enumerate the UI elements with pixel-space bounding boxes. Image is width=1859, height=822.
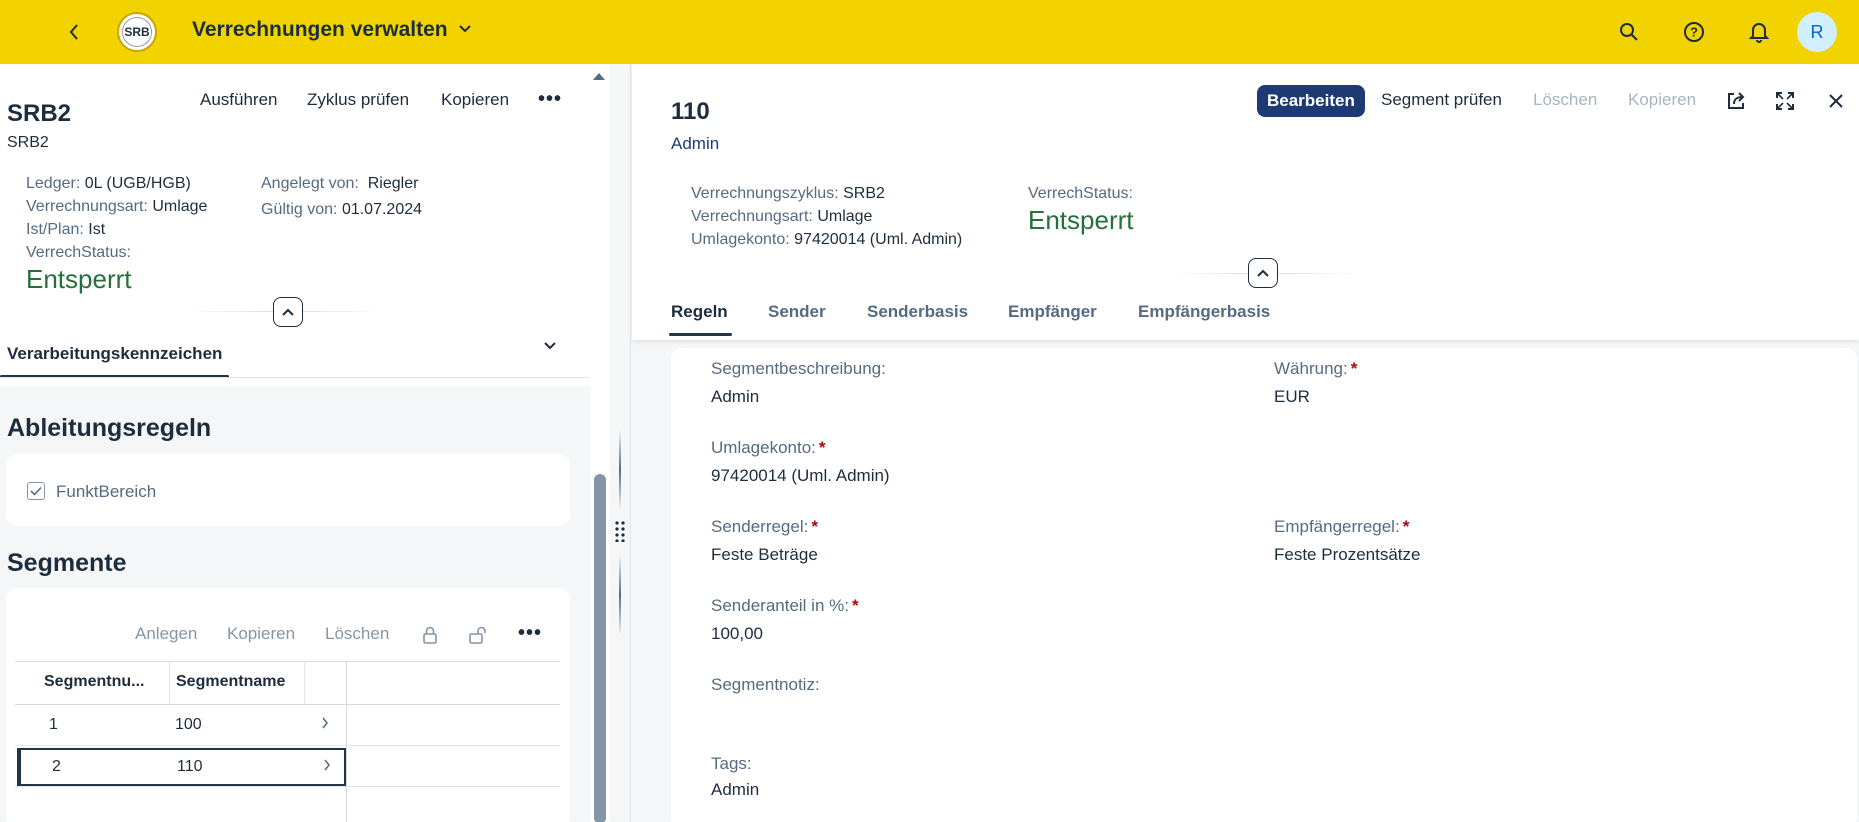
- tab-rules[interactable]: Regeln: [671, 302, 728, 322]
- checkbox-label: FunktBereich: [56, 482, 157, 501]
- scroll-up-icon[interactable]: [592, 70, 606, 84]
- divider: [15, 786, 560, 787]
- attr-type: Verrechnungsart: Umlage: [26, 198, 208, 215]
- chevron-down-icon[interactable]: [543, 338, 557, 356]
- divider: [0, 377, 590, 378]
- value-tags: Admin: [711, 780, 760, 799]
- chevron-right-icon: [323, 758, 331, 775]
- drag-handle-icon[interactable]: [614, 520, 626, 543]
- avatar[interactable]: R: [1797, 12, 1837, 52]
- label-tags: Tags:: [711, 754, 752, 773]
- company-logo[interactable]: SRB: [117, 12, 157, 52]
- attr-created: Angelegt von: Riegler: [261, 175, 419, 192]
- app-title-menu[interactable]: Verrechnungen verwalten: [192, 18, 472, 42]
- detail-title: 110: [671, 98, 710, 125]
- tab-sender[interactable]: Sender: [768, 302, 826, 322]
- check-segment-button[interactable]: Segment prüfen: [1381, 90, 1502, 110]
- detail-subtitle: Admin: [671, 134, 720, 153]
- value-segment-description: Admin: [711, 387, 760, 406]
- table-row[interactable]: 1 100: [15, 705, 346, 745]
- label-receiver-rule: Empfängerregel: *: [1274, 517, 1410, 536]
- copy-button[interactable]: Kopieren: [441, 90, 509, 110]
- tab-indicator: [669, 333, 732, 336]
- copy-button[interactable]: Kopieren: [1628, 90, 1696, 110]
- cell-name: 110: [177, 758, 203, 775]
- divider: [169, 661, 170, 704]
- delete-segment-button[interactable]: Löschen: [325, 624, 389, 644]
- value-sender-share: 100,00: [711, 624, 763, 643]
- object-title: SRB2: [7, 100, 72, 127]
- chevron-down-icon: [458, 21, 472, 39]
- column-header-number[interactable]: Segmentnu...: [44, 673, 144, 691]
- collapse-header-button[interactable]: [1248, 258, 1278, 288]
- section-title-segments: Segmente: [7, 549, 127, 577]
- splitter-line: [619, 555, 621, 635]
- check-cycle-button[interactable]: Zyklus prüfen: [307, 90, 409, 110]
- more-icon[interactable]: •••: [518, 622, 542, 645]
- divider: [15, 745, 560, 746]
- object-subtitle: SRB2: [7, 134, 49, 151]
- svg-text:?: ?: [1690, 25, 1698, 40]
- share-icon[interactable]: [1723, 88, 1749, 114]
- label-segment-note: Segmentnotiz:: [711, 675, 820, 694]
- scrollbar-thumb[interactable]: [594, 474, 606, 822]
- value-currency: EUR: [1274, 387, 1310, 406]
- divider: [304, 661, 305, 704]
- label-allocation-account: Umlagekonto: *: [711, 438, 826, 457]
- section-title-derivation: Ableitungsregeln: [7, 414, 212, 442]
- attr-ledger: Ledger: 0L (UGB/HGB): [26, 175, 191, 192]
- label-segment-description: Segmentbeschreibung:: [711, 359, 886, 378]
- label-currency: Währung: *: [1274, 359, 1358, 378]
- checkbox-funktbereich[interactable]: [27, 482, 45, 500]
- cell-number: 1: [49, 716, 58, 733]
- attr-valid: Gültig von: 01.07.2024: [261, 201, 423, 218]
- chevron-right-icon: [321, 716, 329, 733]
- run-button[interactable]: Ausführen: [200, 90, 278, 110]
- close-icon[interactable]: [1823, 88, 1849, 114]
- attr-actplan: Ist/Plan: Ist: [26, 221, 106, 238]
- collapse-header-button[interactable]: [273, 297, 303, 327]
- tab-sender-basis[interactable]: Senderbasis: [867, 302, 968, 322]
- fullscreen-icon[interactable]: [1772, 88, 1798, 114]
- copy-segment-button[interactable]: Kopieren: [227, 624, 295, 644]
- attr-status-label: VerrechStatus:: [26, 244, 131, 261]
- value-allocation-account: 97420014 (Uml. Admin): [711, 466, 890, 485]
- table-row[interactable]: 2 110: [17, 748, 346, 786]
- left-column: SRB2 SRB2 Ausführen Zyklus prüfen Kopier…: [0, 64, 610, 822]
- splitter-line: [619, 430, 621, 510]
- unlock-icon[interactable]: [467, 624, 489, 646]
- value-receiver-rule: Feste Prozentsätze: [1274, 545, 1421, 564]
- back-icon[interactable]: [62, 18, 86, 46]
- cell-name: 100: [175, 716, 202, 733]
- divider: [15, 661, 560, 662]
- more-icon[interactable]: •••: [538, 88, 562, 111]
- cell-number: 2: [52, 758, 61, 775]
- rules-form: [671, 348, 1857, 822]
- attr-cycle: Verrechnungszyklus: SRB2: [691, 185, 885, 202]
- status-badge: Entsperrt: [1028, 205, 1134, 235]
- attr-type: Verrechnungsart: Umlage: [691, 208, 873, 225]
- label-sender-rule: Senderregel: *: [711, 517, 818, 536]
- attr-account: Umlagekonto: 97420014 (Uml. Admin): [691, 231, 963, 248]
- tab-receiver-basis[interactable]: Empfängerbasis: [1138, 302, 1270, 322]
- help-icon[interactable]: ?: [1680, 18, 1708, 46]
- lock-icon[interactable]: [419, 624, 441, 646]
- divider: [346, 661, 347, 822]
- attr-status-label: VerrechStatus:: [1028, 185, 1133, 202]
- status-badge: Entsperrt: [26, 264, 132, 294]
- value-sender-rule: Feste Beträge: [711, 545, 818, 564]
- bell-icon[interactable]: [1745, 18, 1773, 46]
- tab-receiver[interactable]: Empfänger: [1008, 302, 1097, 322]
- label-sender-share: Senderanteil in %: *: [711, 596, 859, 615]
- delete-button[interactable]: Löschen: [1533, 90, 1597, 110]
- shell-bar: SRB Verrechnungen verwalten ? R: [0, 0, 1859, 64]
- search-icon[interactable]: [1615, 18, 1643, 46]
- create-button[interactable]: Anlegen: [135, 624, 197, 644]
- app-title: Verrechnungen verwalten: [192, 18, 448, 41]
- column-header-name[interactable]: Segmentname: [176, 673, 285, 691]
- edit-button[interactable]: Bearbeiten: [1257, 85, 1365, 117]
- tab-processing-flags[interactable]: Verarbeitungskennzeichen: [7, 344, 222, 364]
